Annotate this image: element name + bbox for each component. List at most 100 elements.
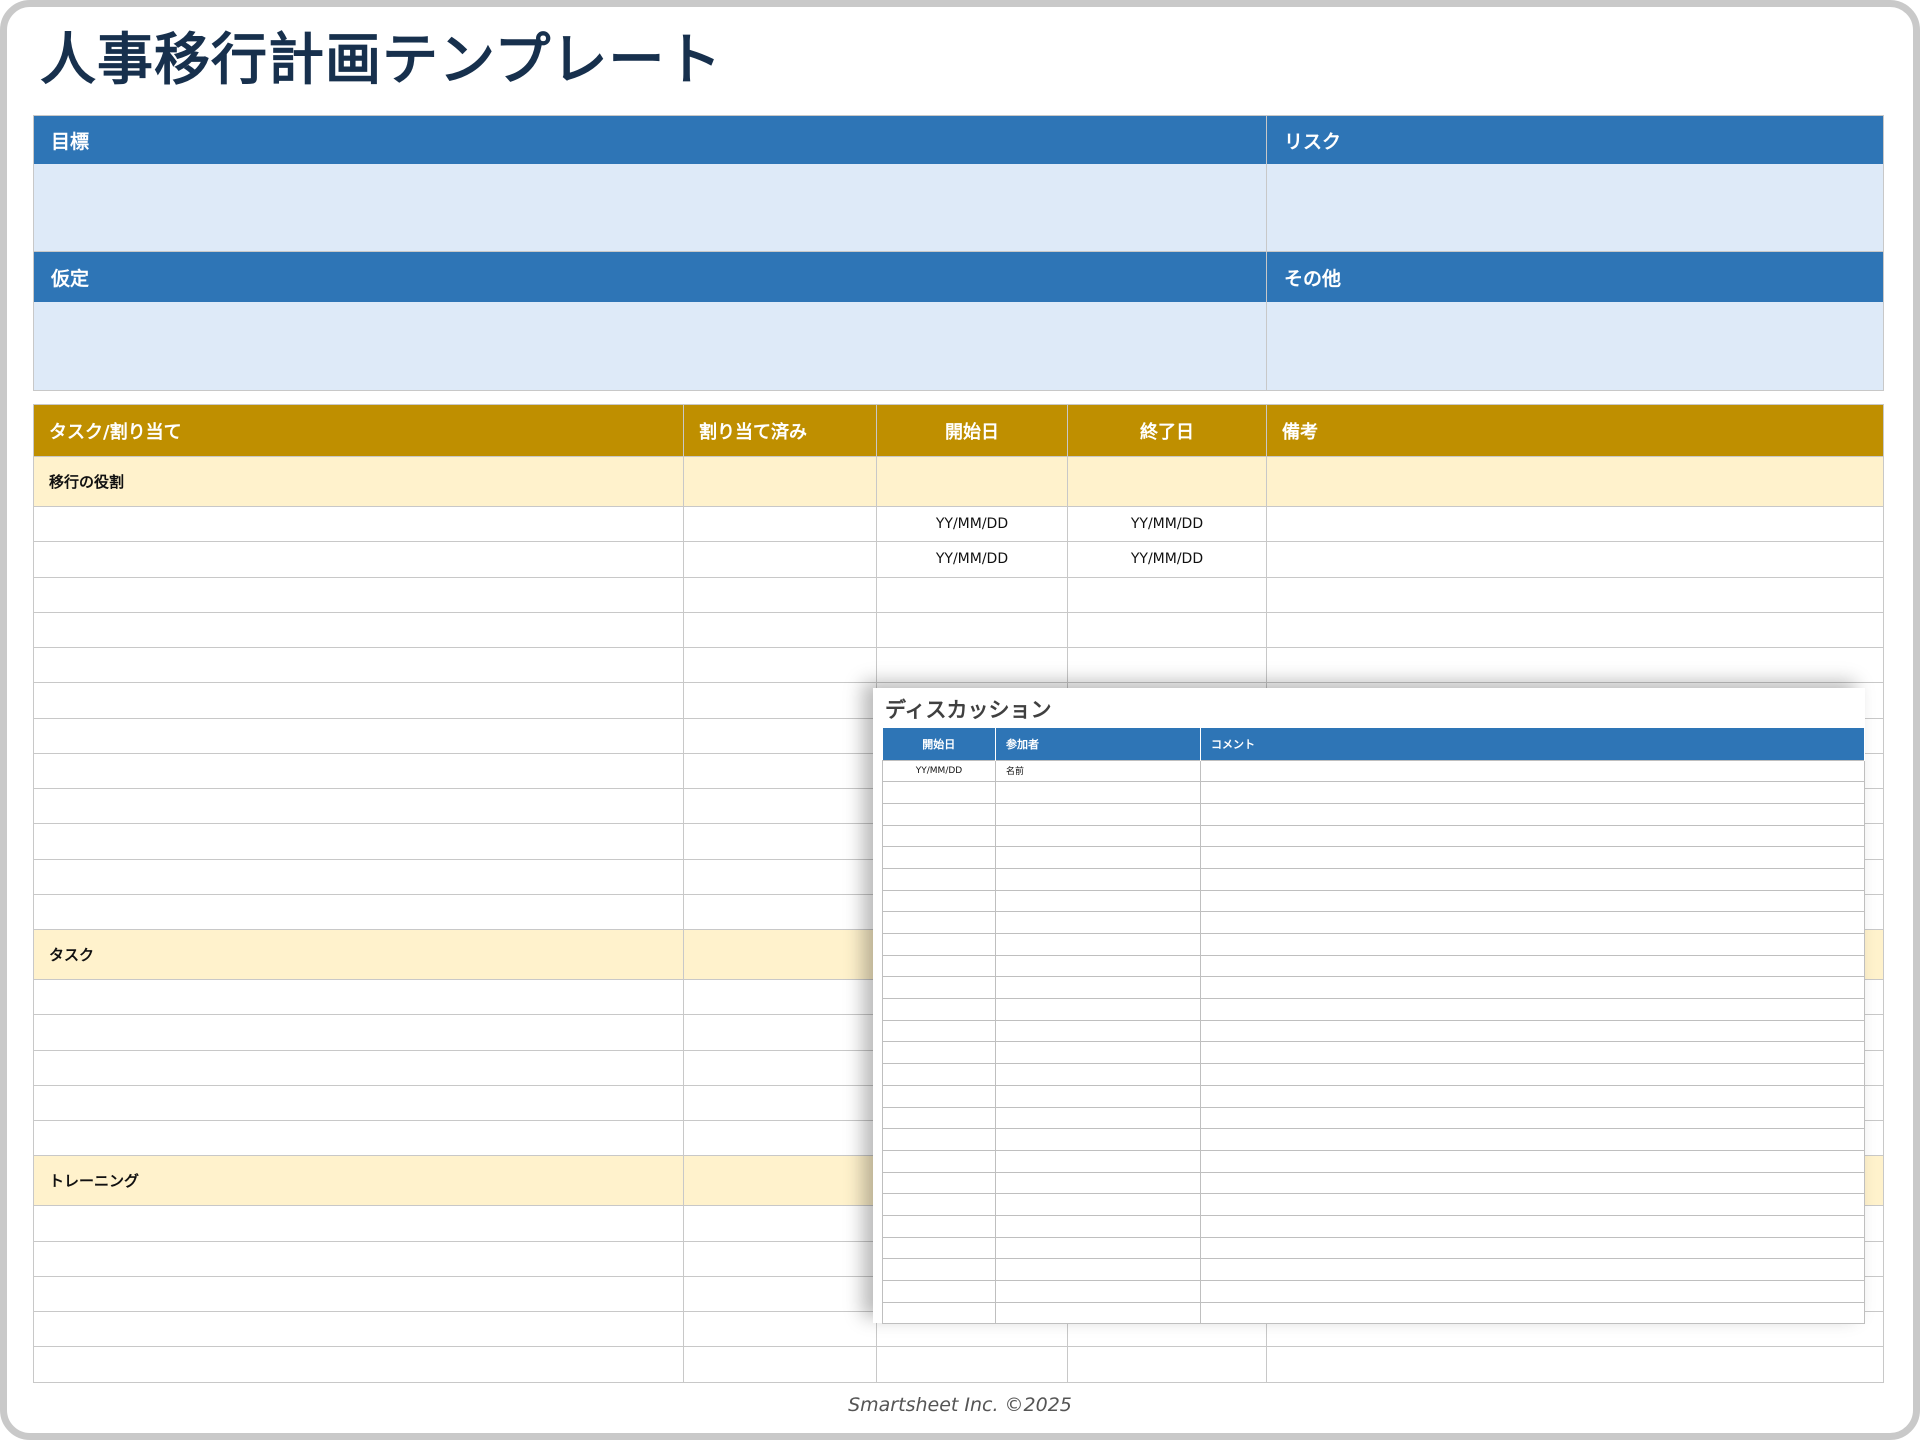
table-cell[interactable] [683, 717, 877, 754]
discussion-cell[interactable] [882, 781, 996, 804]
discussion-cell[interactable] [995, 1258, 1201, 1281]
discussion-cell[interactable] [995, 1236, 1201, 1260]
table-cell[interactable] [1266, 541, 1884, 578]
other-field[interactable] [1267, 302, 1883, 390]
discussion-cell[interactable] [1200, 1171, 1865, 1195]
discussion-cell[interactable] [1200, 1063, 1865, 1086]
discussion-cell[interactable] [882, 998, 996, 1021]
table-cell[interactable] [33, 541, 684, 578]
discussion-cell[interactable] [882, 1106, 996, 1130]
table-cell[interactable] [683, 1205, 877, 1242]
discussion-cell[interactable] [995, 846, 1201, 869]
discussion-cell[interactable] [1200, 998, 1865, 1021]
table-cell[interactable] [1266, 646, 1884, 684]
discussion-cell[interactable] [995, 1301, 1201, 1325]
discussion-cell[interactable] [882, 1280, 996, 1303]
section-cell[interactable] [876, 456, 1068, 507]
discussion-cell[interactable] [995, 1149, 1201, 1173]
discussion-cell[interactable] [1200, 1258, 1865, 1281]
discussion-cell[interactable] [995, 1214, 1201, 1238]
discussion-cell[interactable] [1200, 1041, 1865, 1065]
discussion-cell[interactable] [995, 1019, 1201, 1043]
discussion-cell[interactable] [1200, 1084, 1865, 1108]
discussion-cell[interactable] [882, 1063, 996, 1086]
discussion-cell[interactable] [995, 1171, 1201, 1195]
discussion-cell[interactable] [1200, 1214, 1865, 1238]
table-cell[interactable] [33, 1275, 684, 1313]
discussion-cell[interactable] [1200, 1193, 1865, 1216]
discussion-cell[interactable] [1200, 1128, 1865, 1151]
discussion-cell[interactable] [882, 846, 996, 869]
table-cell[interactable] [683, 893, 877, 931]
discussion-cell[interactable] [882, 1128, 996, 1151]
table-cell[interactable] [1067, 1346, 1267, 1383]
table-cell[interactable] [33, 787, 684, 825]
table-cell[interactable] [33, 717, 684, 754]
discussion-cell[interactable] [995, 1041, 1201, 1065]
table-cell[interactable] [33, 1310, 684, 1348]
table-cell[interactable] [1266, 505, 1884, 543]
discussion-cell[interactable] [995, 802, 1201, 826]
section-cell[interactable] [1266, 456, 1884, 507]
discussion-cell[interactable] [882, 889, 996, 913]
section-cell[interactable] [683, 929, 877, 980]
table-cell[interactable] [876, 576, 1068, 613]
table-cell[interactable] [683, 1119, 877, 1157]
table-cell[interactable] [683, 1275, 877, 1313]
table-cell[interactable] [1266, 611, 1884, 649]
table-cell[interactable] [33, 1205, 684, 1242]
table-cell[interactable]: YY/MM/DD [876, 505, 1068, 543]
table-cell[interactable] [33, 978, 684, 1016]
table-cell[interactable] [33, 1119, 684, 1157]
table-cell[interactable] [33, 505, 684, 543]
discussion-cell[interactable] [1200, 889, 1865, 913]
discussion-cell[interactable] [995, 1280, 1201, 1303]
table-cell[interactable] [683, 541, 877, 578]
discussion-cell[interactable] [1200, 824, 1865, 848]
table-cell[interactable] [33, 858, 684, 895]
table-cell[interactable] [1266, 1346, 1884, 1383]
discussion-cell[interactable]: 名前 [995, 759, 1201, 783]
discussion-cell[interactable] [1200, 933, 1865, 956]
discussion-cell[interactable] [882, 1041, 996, 1065]
discussion-cell[interactable] [882, 1019, 996, 1043]
table-cell[interactable] [876, 1346, 1068, 1383]
discussion-cell[interactable] [1200, 911, 1865, 934]
discussion-cell[interactable] [882, 1214, 996, 1238]
discussion-cell[interactable] [1200, 1106, 1865, 1130]
table-cell[interactable] [683, 1310, 877, 1348]
table-cell[interactable] [33, 1084, 684, 1122]
discussion-cell[interactable] [1200, 976, 1865, 1000]
discussion-cell[interactable] [995, 889, 1201, 913]
table-cell[interactable] [683, 823, 877, 860]
table-cell[interactable] [33, 682, 684, 719]
table-cell[interactable] [683, 1014, 877, 1051]
section-cell[interactable] [683, 1155, 877, 1207]
discussion-cell[interactable] [1200, 781, 1865, 804]
discussion-cell[interactable] [995, 954, 1201, 978]
discussion-cell[interactable] [882, 911, 996, 934]
table-cell[interactable] [33, 1049, 684, 1086]
discussion-cell[interactable] [1200, 954, 1865, 978]
discussion-cell[interactable] [882, 867, 996, 891]
table-cell[interactable] [876, 611, 1068, 649]
discussion-cell[interactable] [1200, 1149, 1865, 1173]
discussion-cell[interactable] [1200, 1280, 1865, 1303]
discussion-cell[interactable] [1200, 846, 1865, 869]
discussion-cell[interactable] [882, 1084, 996, 1108]
discussion-cell[interactable] [882, 824, 996, 848]
table-cell[interactable] [33, 1346, 684, 1383]
discussion-cell[interactable] [995, 1128, 1201, 1151]
table-cell[interactable] [683, 682, 877, 719]
table-cell[interactable] [683, 646, 877, 684]
section-cell[interactable] [1067, 456, 1267, 507]
discussion-cell[interactable] [995, 824, 1201, 848]
discussion-cell[interactable] [995, 976, 1201, 1000]
discussion-cell[interactable] [882, 933, 996, 956]
discussion-cell[interactable] [1200, 759, 1865, 783]
discussion-cell[interactable] [995, 867, 1201, 891]
discussion-cell[interactable] [882, 802, 996, 826]
table-cell[interactable] [683, 1240, 877, 1277]
assumption-field[interactable] [34, 302, 1267, 390]
table-cell[interactable] [683, 576, 877, 613]
